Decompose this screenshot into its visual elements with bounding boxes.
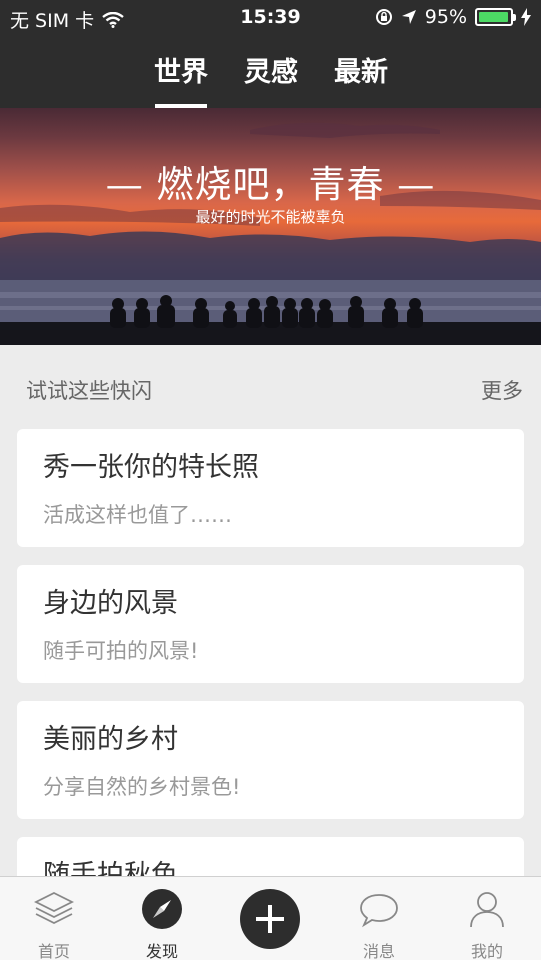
more-link[interactable]: 更多 [481, 375, 523, 405]
promo-banner[interactable]: — 燃烧吧，青春 — 最好的时光不能被辜负 [0, 108, 541, 345]
create-post-button[interactable] [240, 889, 300, 949]
compass-icon [142, 889, 182, 929]
tab-label: 灵感 [244, 57, 298, 88]
battery-percent: 95% [424, 6, 467, 28]
chat-bubble-icon [360, 894, 398, 928]
plus-icon [256, 905, 284, 933]
bottom-tab-bar: 首页 发现 消息 我的 [0, 876, 541, 960]
location-arrow-icon [401, 10, 416, 24]
tab-latest[interactable]: 最新 [327, 50, 395, 94]
user-icon [470, 892, 504, 928]
tab-messages-label: 消息 [362, 942, 395, 960]
tab-label: 最新 [334, 57, 388, 88]
battery-icon [475, 8, 516, 26]
layers-icon [34, 891, 74, 925]
banner-title: — 燃烧吧，青春 — [105, 163, 436, 206]
charging-bolt-icon [521, 8, 531, 26]
banner-subtitle: 最好的时光不能被辜负 [195, 208, 346, 226]
topic-description: 随手可拍的风景! [43, 639, 199, 663]
tab-profile-label: 我的 [470, 942, 503, 960]
section-header: 试试这些快闪 更多 [0, 345, 541, 429]
status-right: 95% [375, 6, 531, 28]
topic-card[interactable]: 随手拍秋色 [17, 837, 524, 876]
tab-messages[interactable]: 消息 [334, 877, 424, 960]
status-bar: 无 SIM 卡 15:39 95% [0, 0, 541, 36]
tab-discover[interactable]: 发现 [117, 877, 207, 960]
topic-card[interactable]: 身边的风景 随手可拍的风景! [17, 565, 524, 683]
topic-description: 分享自然的乡村景色! [43, 775, 241, 799]
topic-card[interactable]: 美丽的乡村 分享自然的乡村景色! [17, 701, 524, 819]
topic-description: 活成这样也值了…… [43, 503, 232, 527]
tab-discover-label: 发现 [145, 942, 178, 960]
tab-world[interactable]: 世界 [147, 50, 215, 108]
tab-home-label: 首页 [37, 942, 70, 960]
topic-title: 随手拍秋色 [43, 860, 178, 876]
tab-inspiration[interactable]: 灵感 [237, 50, 305, 94]
tab-profile[interactable]: 我的 [442, 877, 532, 960]
section-title: 试试这些快闪 [26, 379, 152, 403]
topic-title: 美丽的乡村 [43, 724, 178, 755]
topic-title: 身边的风景 [43, 588, 178, 619]
tab-home[interactable]: 首页 [9, 877, 99, 960]
top-navigation: 世界 灵感 最新 [0, 36, 541, 108]
tab-label: 世界 [154, 57, 208, 88]
rotation-lock-icon [375, 9, 392, 25]
topic-card[interactable]: 秀一张你的特长照 活成这样也值了…… [17, 429, 524, 547]
battery-fill [479, 12, 508, 22]
topic-title: 秀一张你的特长照 [43, 452, 259, 483]
flash-topic-list: 秀一张你的特长照 活成这样也值了…… 身边的风景 随手可拍的风景! 美丽的乡村 … [17, 429, 524, 876]
